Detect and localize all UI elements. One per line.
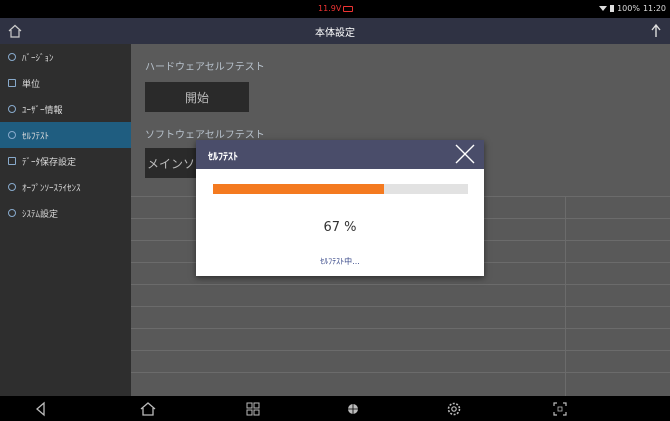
sidebar-item-label: ﾕｰｻﾞｰ情報 [22,105,63,116]
voltage-text: 11.9V [318,4,342,13]
battery-text: 100% [617,4,640,13]
software-selftest-title: ソフトウェアセルフテスト [145,130,265,141]
selftest-dialog: ｾﾙﾌﾃｽﾄ 67 % ｾﾙﾌﾃｽﾄ中... [196,140,484,276]
upload-icon[interactable] [650,23,662,39]
sidebar-item-opensource[interactable]: ｵｰﾌﾟﾝｿｰｽﾗｲｾﾝｽ [0,174,131,200]
home-nav-icon[interactable] [139,400,157,418]
sidebar-item-label: ｾﾙﾌﾃｽﾄ [22,131,50,142]
sidebar-item-user-info[interactable]: ﾕｰｻﾞｰ情報 [0,96,131,122]
sidebar-item-label: ｵｰﾌﾟﾝｿｰｽﾗｲｾﾝｽ [22,183,81,194]
settings-gear-icon[interactable] [445,400,463,418]
system-icon [8,209,16,217]
info-icon [8,53,16,61]
battery-icon [610,5,615,12]
dialog-title: ｾﾙﾌﾃｽﾄ [208,152,238,163]
voltage-indicator: 11.9V [318,4,354,13]
page-title: 本体設定 [315,28,355,39]
user-icon [8,105,16,113]
sidebar-item-data-save[interactable]: ﾃﾞｰﾀ保存設定 [0,148,131,174]
opensource-icon [8,183,16,191]
progress-percent: 67 % [323,220,357,235]
progress-fill [213,184,384,194]
data-save-icon [8,157,16,165]
progress-bar [213,184,468,194]
sidebar-item-label: 単位 [22,79,41,90]
clock-text: 11:20 [642,4,666,13]
sidebar-item-unit[interactable]: 単位 [0,70,131,96]
unit-icon [8,79,16,87]
browser-icon[interactable] [344,400,362,418]
status-bar: 11.9V 100% 11:20 [0,0,670,18]
wifi-icon [599,6,608,11]
apps-grid-icon[interactable] [244,400,262,418]
dialog-header: ｾﾙﾌﾃｽﾄ [196,140,484,169]
back-icon[interactable] [32,400,50,418]
start-button[interactable]: 開始 [145,82,249,112]
sidebar-item-selftest[interactable]: ｾﾙﾌﾃｽﾄ [0,122,131,148]
sidebar-item-system[interactable]: ｼｽﾃﾑ設定 [0,200,131,226]
screenshot-icon[interactable] [551,400,569,418]
hardware-selftest-title: ハードウェアセルフテスト [145,62,265,73]
selftest-icon [8,131,16,139]
app-header: 本体設定 [0,18,670,44]
sidebar-item-label: ﾊﾞｰｼﾞｮﾝ [22,53,54,64]
sidebar: ﾊﾞｰｼﾞｮﾝ 単位 ﾕｰｻﾞｰ情報 ｾﾙﾌﾃｽﾄ ﾃﾞｰﾀ保存設定 ｵｰﾌﾟﾝ… [0,44,131,396]
sidebar-item-label: ﾃﾞｰﾀ保存設定 [22,157,77,168]
close-icon[interactable] [454,143,476,165]
sidebar-item-version[interactable]: ﾊﾞｰｼﾞｮﾝ [0,44,131,70]
progress-status: ｾﾙﾌﾃｽﾄ中... [320,257,360,266]
sidebar-item-label: ｼｽﾃﾑ設定 [22,209,59,220]
navigation-bar [0,396,670,421]
car-battery-icon [343,5,354,12]
system-status: 100% 11:20 [599,4,666,13]
